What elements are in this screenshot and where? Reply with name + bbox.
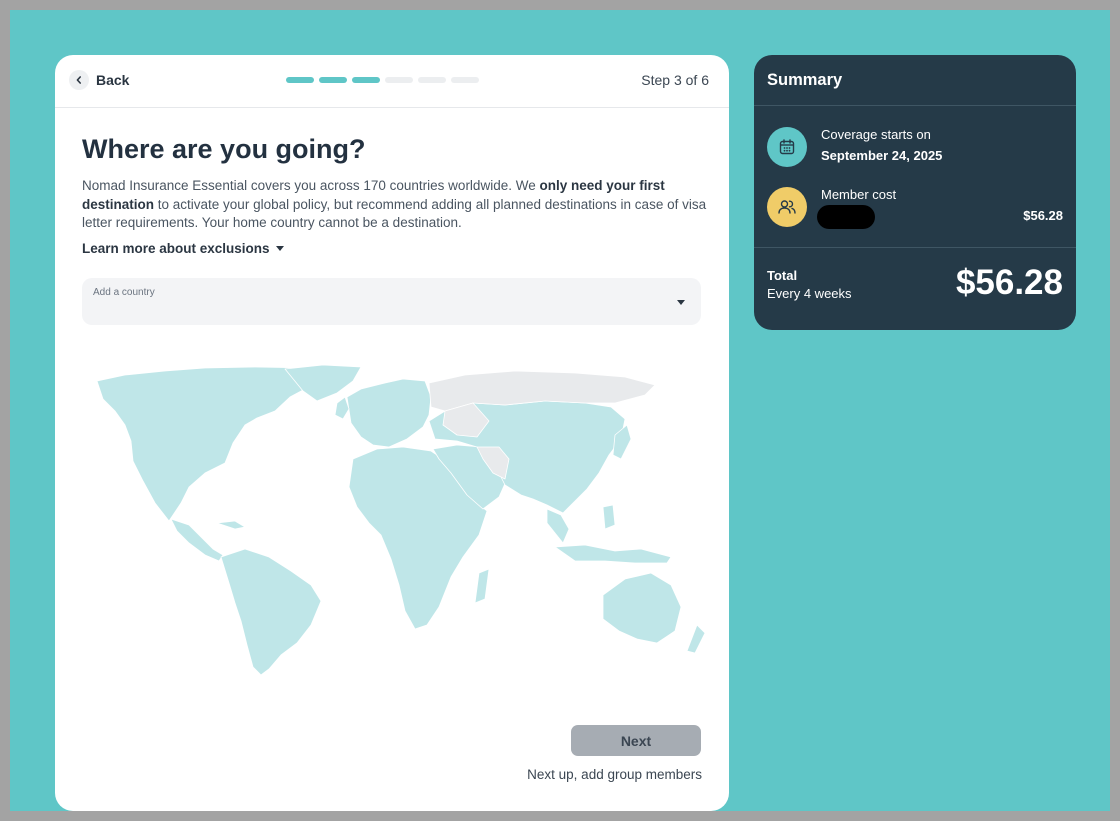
back-button[interactable]: Back — [69, 70, 129, 90]
progress-segment-4 — [385, 77, 413, 83]
total-label: Total — [767, 268, 798, 283]
map-region-north-america — [96, 366, 334, 522]
description-text-2: to activate your global policy, but reco… — [82, 196, 707, 231]
total-amount: $56.28 — [955, 263, 1063, 302]
next-step-hint: Next up, add group members — [527, 767, 702, 782]
back-label: Back — [96, 72, 130, 88]
member-cost-label: Member cost — [821, 187, 897, 202]
calendar-icon — [767, 127, 807, 167]
add-country-select[interactable]: Add a country — [82, 278, 701, 325]
next-button[interactable]: Next — [571, 725, 701, 756]
chevron-left-icon — [69, 70, 89, 90]
page-description: Nomad Insurance Essential covers you acr… — [82, 177, 707, 233]
summary-panel: Summary Coverage starts on September 24,… — [754, 55, 1076, 330]
progress-segment-3 — [352, 77, 380, 83]
description-text-1: Nomad Insurance Essential covers you acr… — [82, 178, 540, 193]
users-icon — [767, 187, 807, 227]
map-region-caribbean — [216, 520, 246, 530]
map-region-new-zealand — [686, 624, 705, 654]
progress-segment-5 — [418, 77, 446, 83]
total-billing-period: Every 4 weeks — [767, 286, 852, 301]
redacted-member-name — [817, 205, 875, 229]
map-region-indonesia — [554, 544, 672, 564]
progress-segment-2 — [319, 77, 347, 83]
caret-down-icon — [677, 300, 685, 305]
destination-card: Back Step 3 of 6 Where are you going? No… — [55, 55, 729, 811]
map-region-europe — [346, 378, 432, 448]
map-region-madagascar — [474, 568, 490, 604]
world-coverage-map — [96, 364, 705, 676]
summary-title: Summary — [767, 71, 843, 89]
page-background: Back Step 3 of 6 Where are you going? No… — [10, 10, 1110, 811]
map-region-philippines — [602, 504, 616, 530]
add-country-label: Add a country — [93, 287, 155, 298]
page-title: Where are you going? — [82, 134, 366, 164]
summary-divider-top — [754, 105, 1076, 106]
caret-down-icon — [275, 246, 284, 251]
step-indicator: Step 3 of 6 — [641, 72, 709, 88]
map-region-southeast-asia — [546, 508, 570, 544]
member-cost-amount: $56.28 — [1023, 208, 1063, 223]
progress-segment-1 — [286, 77, 314, 83]
map-region-central-america — [170, 518, 224, 562]
summary-divider-bottom — [754, 247, 1076, 248]
map-region-uk — [334, 396, 350, 420]
coverage-start-date: September 24, 2025 — [821, 148, 943, 163]
map-region-australia — [602, 572, 682, 644]
step-progress-bar — [286, 77, 484, 83]
map-region-south-america — [220, 548, 322, 676]
card-header: Back Step 3 of 6 — [55, 55, 729, 108]
progress-segment-6 — [451, 77, 479, 83]
learn-more-label: Learn more about exclusions — [82, 241, 270, 256]
coverage-start-label: Coverage starts on — [821, 127, 931, 142]
learn-more-exclusions-link[interactable]: Learn more about exclusions — [82, 241, 284, 256]
